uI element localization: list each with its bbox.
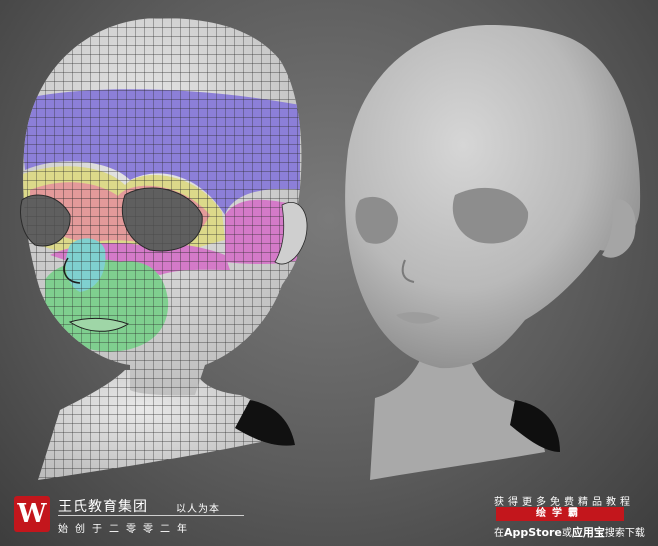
promo-text: 获得更多免费精品教程 xyxy=(494,497,634,508)
promo-app-badge: 绘学霸 xyxy=(496,507,624,521)
promo-app-name: 应用宝 xyxy=(571,526,605,539)
head-renders xyxy=(20,18,641,480)
promo-suffix: 搜索下载 xyxy=(604,528,645,539)
brand-slogan: 始创于二零零二年 xyxy=(58,524,194,535)
promo-prefix: 在 xyxy=(494,528,504,539)
shaded-head xyxy=(345,25,641,480)
promo-or: 或 xyxy=(561,528,572,539)
brand-logo: W xyxy=(14,496,50,532)
brand-motto: 以人为本 xyxy=(176,504,220,515)
brand-divider xyxy=(58,515,244,516)
brand-logo-letter: W xyxy=(17,499,47,529)
brand-name: 王氏教育集团 xyxy=(58,499,148,515)
promo-download-text: 在AppStore或应用宝搜索下载 xyxy=(494,524,645,540)
promo-store-name: AppStore xyxy=(504,526,562,539)
wireframe-head xyxy=(20,18,308,480)
